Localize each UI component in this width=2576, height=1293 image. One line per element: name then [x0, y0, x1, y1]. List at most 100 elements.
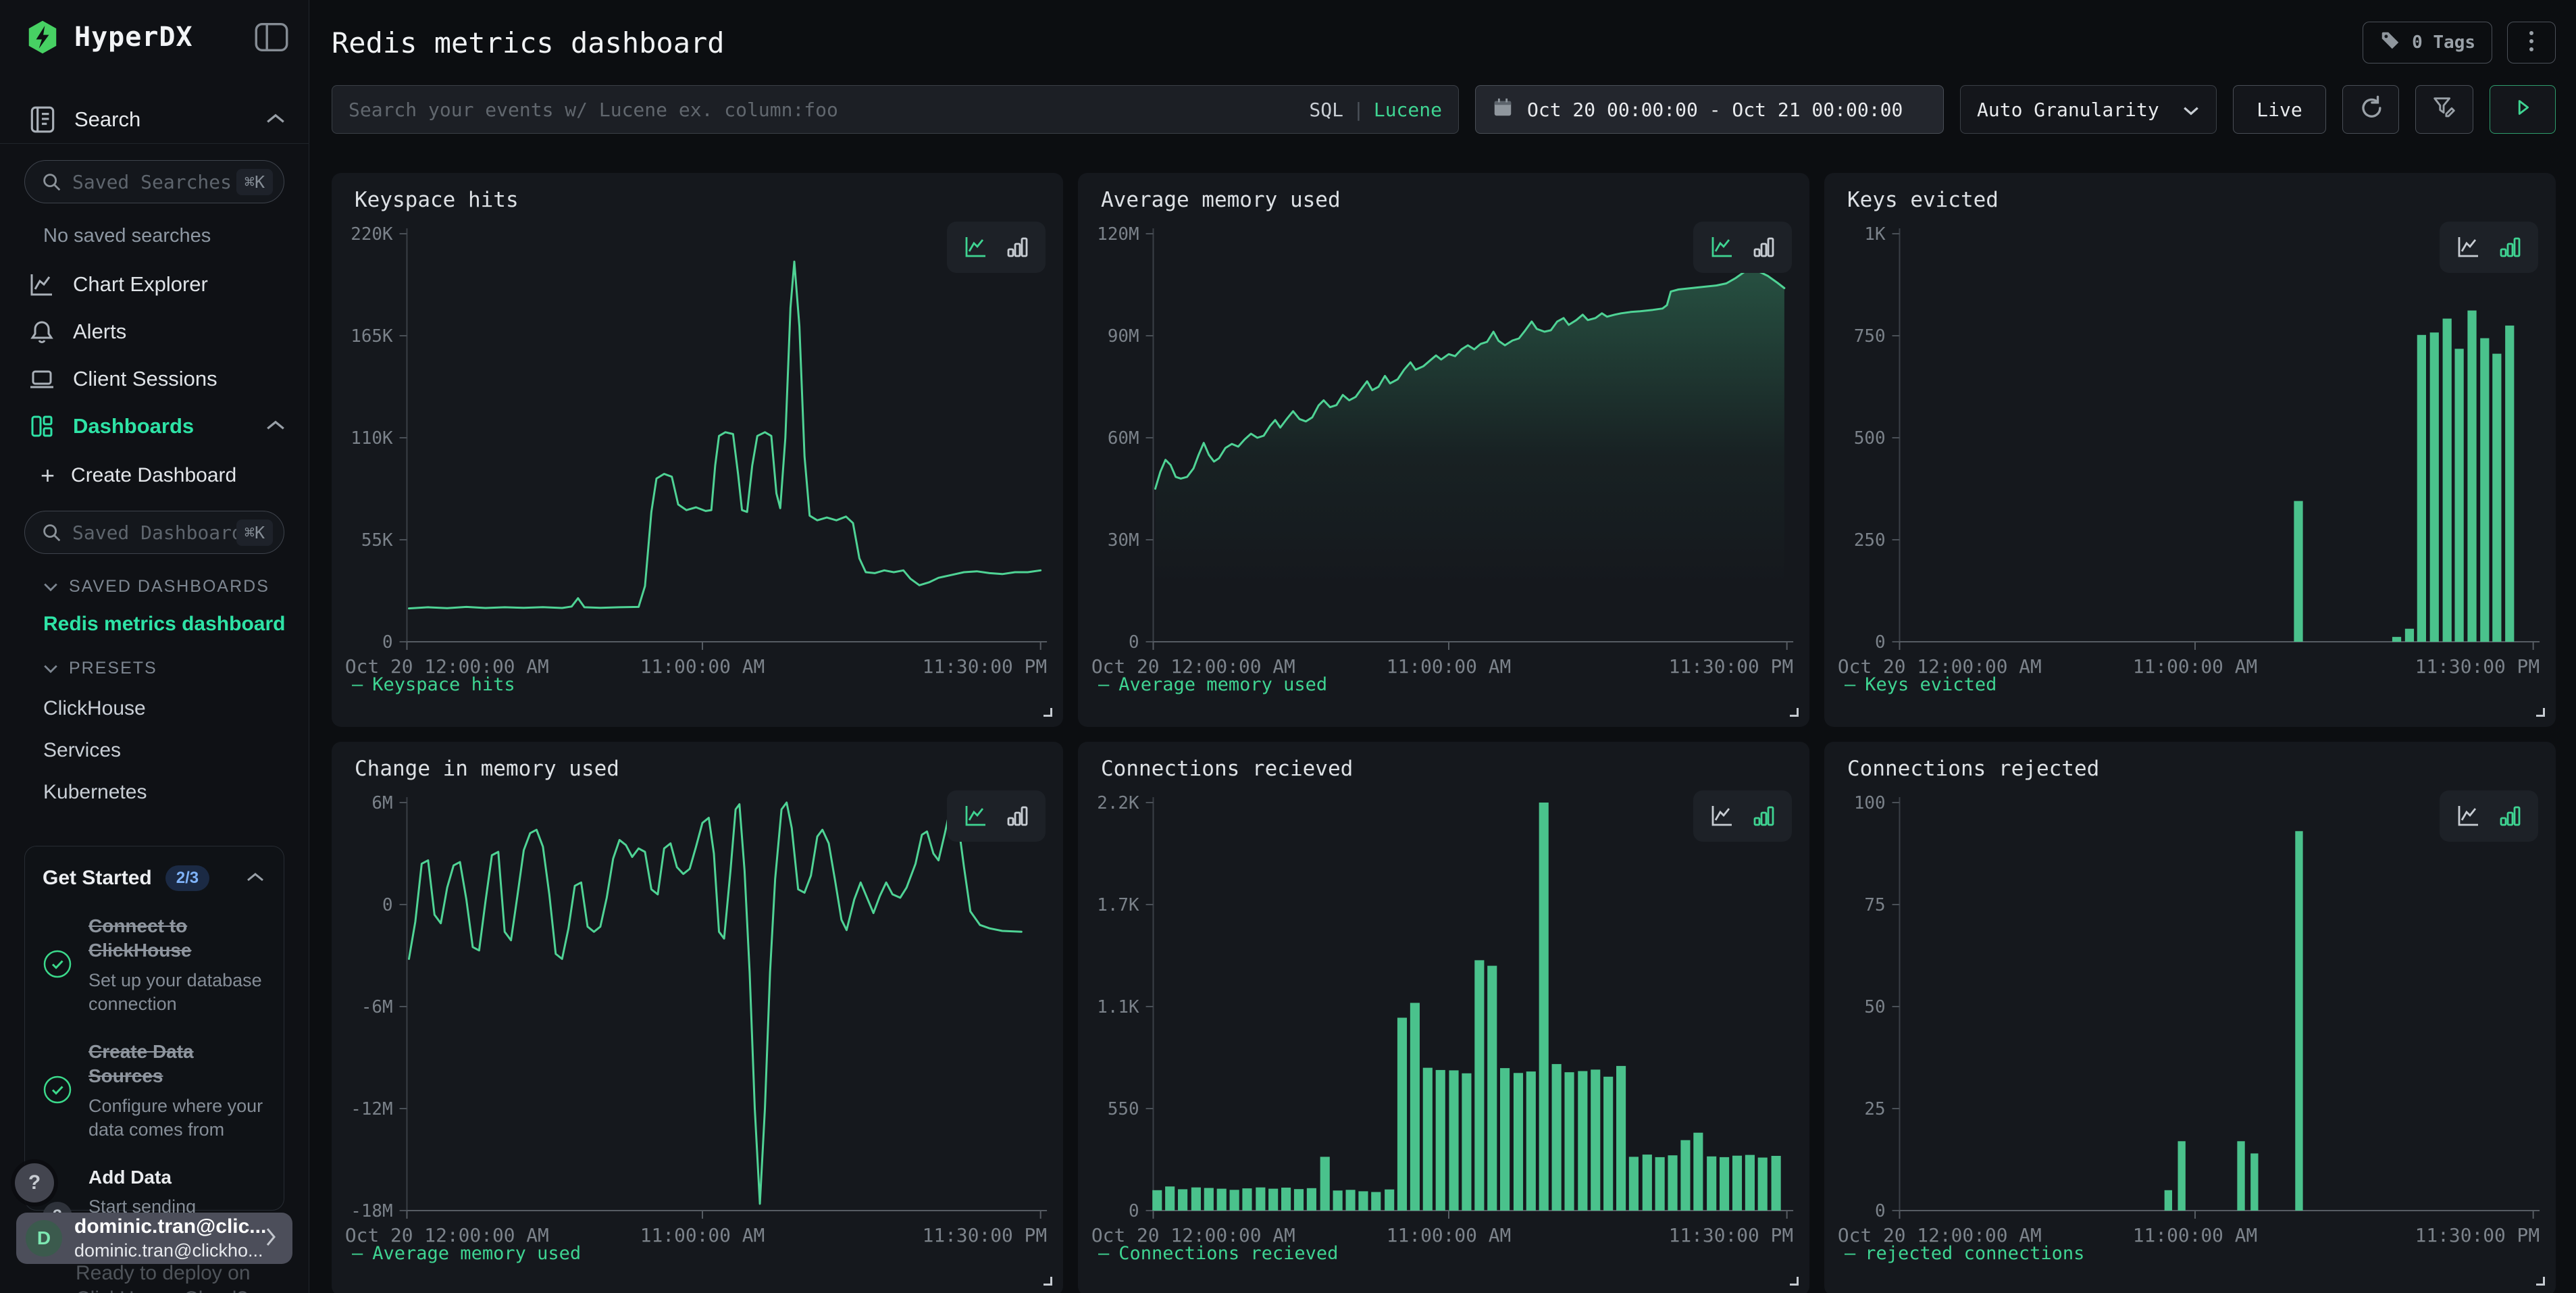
- resize-handle-icon[interactable]: [1044, 1277, 1052, 1286]
- chevron-right-icon: [264, 1226, 278, 1251]
- event-search-box[interactable]: SQL | Lucene: [332, 85, 1459, 134]
- filter-edit-icon: [2430, 93, 2458, 126]
- x-axis: Oct 20 12:00:00 AM11:00:00 AM11:30:00 PM: [345, 1211, 1047, 1246]
- svg-text:-12M: -12M: [351, 1099, 392, 1119]
- chart-title: Connections rejected: [1847, 757, 2099, 781]
- svg-text:11:00:00 AM: 11:00:00 AM: [640, 655, 765, 678]
- chevron-down-icon: [43, 664, 58, 674]
- saved-dashboards-search[interactable]: ⌘K: [24, 511, 284, 554]
- chart-legend: —Average memory used: [352, 1243, 581, 1264]
- filter-button[interactable]: [2415, 85, 2473, 134]
- line-chart-toggle-icon[interactable]: [1708, 234, 1735, 261]
- saved-dashboards-input[interactable]: [72, 522, 236, 544]
- line-chart-toggle-icon[interactable]: [962, 234, 989, 261]
- user-email: dominic.tran@clickho...: [74, 1240, 264, 1261]
- x-axis: Oct 20 12:00:00 AM11:00:00 AM11:30:00 PM: [1838, 642, 2540, 678]
- resize-handle-icon[interactable]: [2536, 708, 2545, 717]
- chart-type-toggle: [947, 222, 1046, 273]
- event-search-input[interactable]: [349, 99, 1309, 121]
- sidebar-item-label: Dashboards: [73, 414, 265, 438]
- resize-handle-icon[interactable]: [1790, 1277, 1799, 1286]
- bar-chart-toggle-icon[interactable]: [2496, 803, 2523, 830]
- presets-header[interactable]: PRESETS: [43, 659, 309, 678]
- x-axis: Oct 20 12:00:00 AM11:00:00 AM11:30:00 PM: [1091, 1211, 1793, 1246]
- preset-clickhouse[interactable]: ClickHouse: [43, 697, 309, 720]
- date-range-value: Oct 20 00:00:00 - Oct 21 00:00:00: [1527, 99, 1903, 121]
- svg-text:11:30:00 PM: 11:30:00 PM: [2415, 655, 2540, 678]
- chart-type-toggle: [947, 790, 1046, 842]
- resize-handle-icon[interactable]: [2536, 1277, 2545, 1286]
- bar-chart-toggle-icon[interactable]: [1004, 803, 1031, 830]
- svg-text:0: 0: [382, 632, 393, 653]
- sidebar-dashboard-redis-metrics[interactable]: Redis metrics dashboard: [43, 613, 309, 636]
- plus-icon: +: [41, 463, 55, 488]
- sidebar-item-chart-explorer[interactable]: Chart Explorer: [0, 261, 309, 308]
- saved-dashboards-header[interactable]: SAVED DASHBOARDS: [43, 577, 309, 597]
- sidebar-collapse-icon[interactable]: [253, 21, 290, 53]
- granularity-value: Auto Granularity: [1977, 99, 2159, 121]
- svg-text:11:30:00 PM: 11:30:00 PM: [923, 655, 1047, 678]
- sidebar-item-alerts[interactable]: Alerts: [0, 308, 309, 355]
- chart-type-toggle: [2440, 222, 2538, 273]
- mode-divider: |: [1353, 99, 1364, 121]
- svg-text:11:30:00 PM: 11:30:00 PM: [1669, 655, 1793, 678]
- divider: [0, 143, 309, 144]
- search-section-icon: [27, 104, 58, 135]
- step-desc: Configure where your data comes from: [88, 1094, 265, 1142]
- svg-text:0: 0: [1129, 1201, 1139, 1221]
- chevron-up-icon[interactable]: [265, 419, 286, 434]
- bar-chart-toggle-icon[interactable]: [2496, 234, 2523, 261]
- y-axis: 120M90M60M30M0: [1097, 224, 1153, 653]
- svg-text:11:00:00 AM: 11:00:00 AM: [2133, 1224, 2257, 1246]
- create-dashboard-label: Create Dashboard: [71, 464, 236, 487]
- sidebar-item-search[interactable]: Search: [0, 96, 309, 143]
- x-axis: Oct 20 12:00:00 AM11:00:00 AM11:30:00 PM: [1091, 642, 1793, 678]
- svg-text:11:30:00 PM: 11:30:00 PM: [2415, 1224, 2540, 1246]
- svg-text:550: 550: [1108, 1099, 1139, 1119]
- refresh-button[interactable]: [2342, 85, 2399, 134]
- dashboards-icon: [27, 411, 57, 441]
- svg-text:25: 25: [1864, 1099, 1885, 1119]
- sidebar-item-label: Chart Explorer: [73, 272, 286, 297]
- chart-title: Connections recieved: [1101, 757, 1353, 781]
- user-name: dominic.tran@clic...: [74, 1215, 264, 1238]
- saved-searches-input[interactable]: [72, 171, 236, 193]
- svg-text:11:30:00 PM: 11:30:00 PM: [923, 1224, 1047, 1246]
- live-button[interactable]: Live: [2233, 85, 2326, 134]
- line-chart-toggle-icon[interactable]: [1708, 803, 1735, 830]
- chevron-up-icon[interactable]: [246, 871, 265, 886]
- bar-chart-toggle-icon[interactable]: [1750, 234, 1777, 261]
- get-started-step-connect[interactable]: Connect to ClickHouse Set up your databa…: [43, 914, 265, 1017]
- create-dashboard-button[interactable]: + Create Dashboard: [41, 457, 309, 495]
- dashboard-menu-button[interactable]: [2507, 22, 2556, 64]
- help-button[interactable]: ?: [15, 1163, 54, 1202]
- preset-services[interactable]: Services: [43, 739, 309, 762]
- sidebar-item-label: Alerts: [73, 320, 286, 344]
- x-axis: Oct 20 12:00:00 AM11:00:00 AM11:30:00 PM: [345, 642, 1047, 678]
- chart-explorer-icon: [27, 270, 57, 299]
- saved-searches-search[interactable]: ⌘K: [24, 160, 284, 203]
- sidebar-item-dashboards[interactable]: Dashboards: [0, 403, 309, 450]
- bar-chart-toggle-icon[interactable]: [1750, 803, 1777, 830]
- line-chart-toggle-icon[interactable]: [2454, 234, 2481, 261]
- resize-handle-icon[interactable]: [1790, 708, 1799, 717]
- date-range-picker[interactable]: Oct 20 00:00:00 - Oct 21 00:00:00: [1475, 85, 1944, 134]
- user-account-button[interactable]: D dominic.tran@clic... dominic.tran@clic…: [16, 1213, 292, 1264]
- preset-kubernetes[interactable]: Kubernetes: [43, 781, 309, 804]
- run-query-button[interactable]: [2490, 85, 2556, 134]
- line-chart-toggle-icon[interactable]: [2454, 803, 2481, 830]
- get-started-step-sources[interactable]: Create Data Sources Configure where your…: [43, 1040, 265, 1142]
- resize-handle-icon[interactable]: [1044, 708, 1052, 717]
- line-chart-toggle-icon[interactable]: [962, 803, 989, 830]
- granularity-select[interactable]: Auto Granularity: [1960, 85, 2217, 134]
- promo-line2: ClickHouse Cloud?: [76, 1286, 251, 1293]
- bar-chart-toggle-icon[interactable]: [1004, 234, 1031, 261]
- svg-text:-18M: -18M: [351, 1201, 392, 1221]
- lucene-mode-toggle[interactable]: Lucene: [1374, 99, 1442, 121]
- sql-mode-toggle[interactable]: SQL: [1309, 99, 1343, 121]
- chart-legend: —Keyspace hits: [352, 674, 515, 695]
- tags-count-label: 0 Tags: [2412, 32, 2475, 53]
- tags-button[interactable]: 0 Tags: [2363, 22, 2492, 64]
- chevron-up-icon[interactable]: [265, 112, 286, 128]
- sidebar-item-client-sessions[interactable]: Client Sessions: [0, 355, 309, 403]
